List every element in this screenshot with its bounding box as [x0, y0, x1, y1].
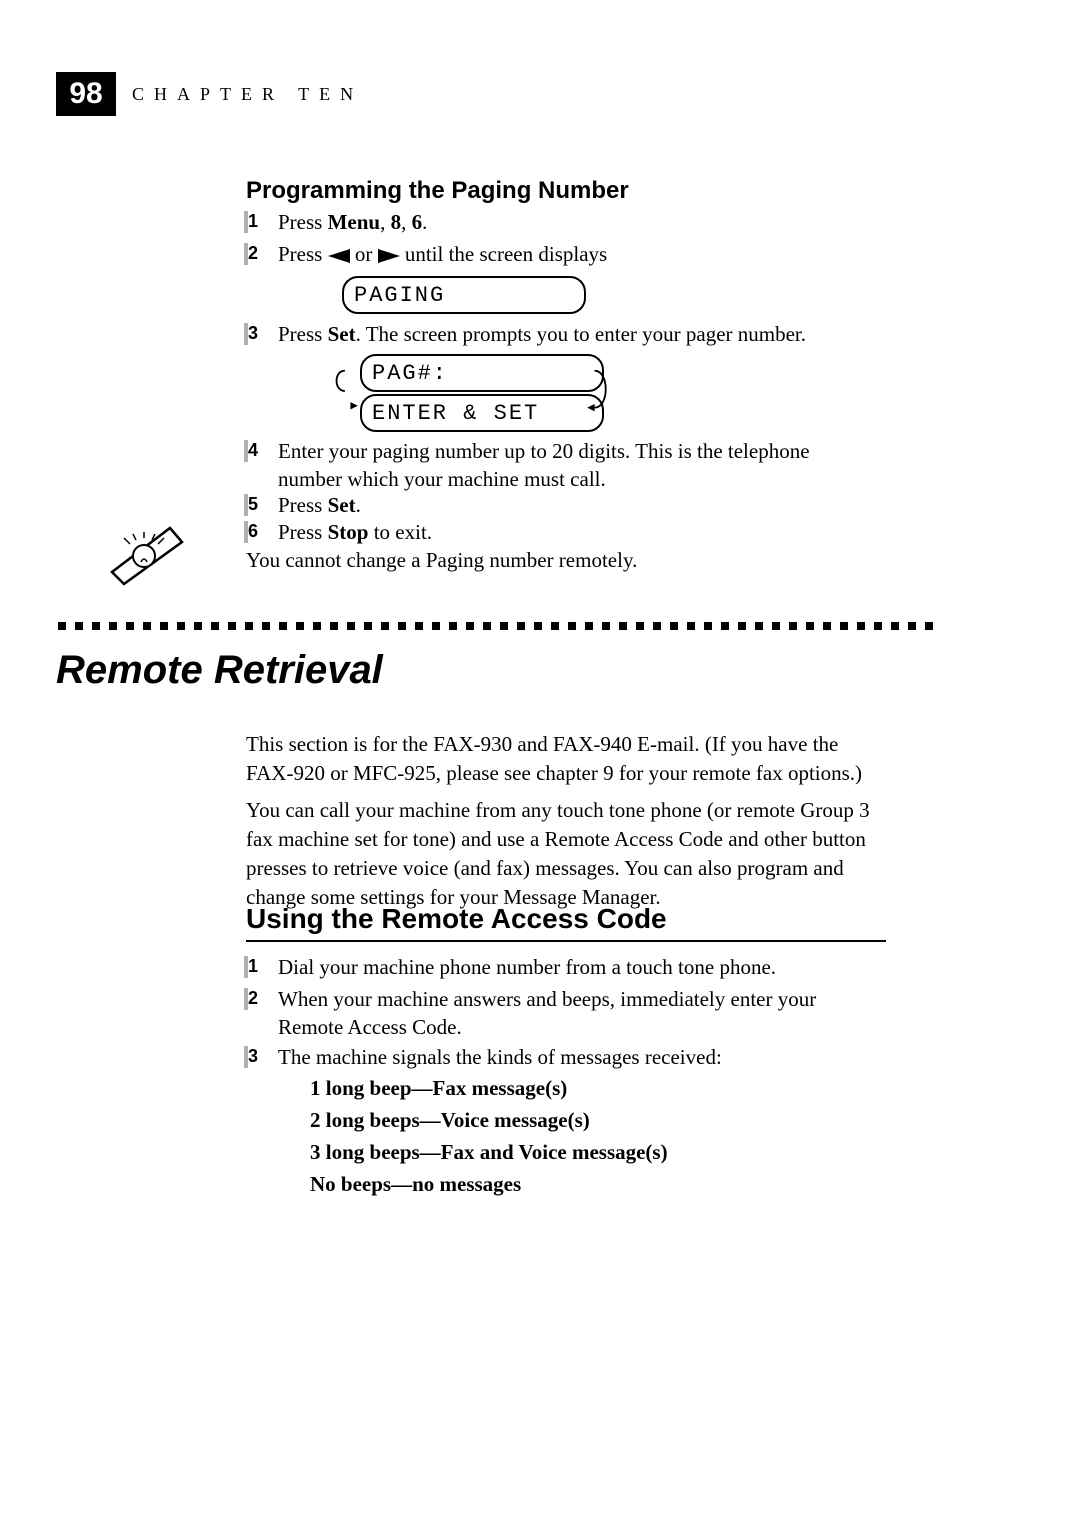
step-number: 2: [248, 243, 270, 265]
text: ,: [380, 210, 391, 234]
step-number: 3: [248, 1046, 270, 1068]
text: or: [350, 242, 378, 266]
text: Press: [278, 210, 328, 234]
text: ,: [401, 210, 412, 234]
step-5-text: Press Set.: [278, 491, 361, 519]
arrow-left-icon: [328, 249, 350, 263]
lcd-display: PAGING: [342, 276, 586, 314]
cycle-arrows-icon: [334, 354, 624, 428]
text: . The screen prompts you to enter your p…: [356, 322, 806, 346]
dotted-rule: [58, 622, 938, 632]
text-bold: Menu: [328, 210, 381, 234]
page: 98 CHAPTER TEN Programming the Paging Nu…: [0, 0, 1080, 1526]
lightbulb-tip-icon: [108, 522, 186, 586]
step-4-text: Enter your paging number up to 20 digits…: [278, 437, 868, 493]
text: Press: [278, 322, 328, 346]
step-1-text: Press Menu, 8, 6.: [278, 208, 427, 236]
step-2-text: When your machine answers and beeps, imm…: [278, 985, 878, 1041]
step-number: 6: [248, 521, 270, 543]
step-number: 4: [248, 440, 270, 462]
step-number: 3: [248, 323, 270, 345]
section-title-remote-access: Using the Remote Access Code: [246, 903, 667, 935]
text: Press: [278, 493, 328, 517]
text: Press: [278, 520, 328, 544]
chapter-label: CHAPTER TEN: [132, 84, 363, 105]
section-title-remote-retrieval: Remote Retrieval: [56, 648, 383, 693]
step-1-text: Dial your machine phone number from a to…: [278, 953, 878, 981]
section-title-programming: Programming the Paging Number: [246, 177, 629, 205]
text-bold: Set: [328, 493, 356, 517]
step-number: 2: [248, 988, 270, 1010]
text: Press: [278, 242, 328, 266]
step-number: 5: [248, 494, 270, 516]
step-number: 1: [248, 211, 270, 233]
section-rule: [246, 940, 886, 942]
signal-line: 3 long beeps—Fax and Voice message(s): [310, 1140, 668, 1165]
signal-line: 1 long beep—Fax message(s): [310, 1076, 567, 1101]
page-number: 98: [56, 72, 116, 116]
step-6-text: Press Stop to exit.: [278, 518, 432, 546]
text: .: [422, 210, 427, 234]
arrow-right-icon: [378, 249, 400, 263]
signal-line: No beeps—no messages: [310, 1172, 521, 1197]
step-number: 1: [248, 956, 270, 978]
step-3-text: Press Set. The screen prompts you to ent…: [278, 320, 888, 348]
signal-line: 2 long beeps—Voice message(s): [310, 1108, 590, 1133]
text-bold: Stop: [328, 520, 369, 544]
step-2-text: Press or until the screen displays: [278, 240, 607, 268]
paragraph: You can call your machine from any touch…: [246, 796, 886, 912]
text: until the screen displays: [400, 242, 608, 266]
text: to exit.: [368, 520, 432, 544]
step-3-text: The machine signals the kinds of message…: [278, 1043, 878, 1071]
note-text: You cannot change a Paging number remote…: [246, 546, 866, 574]
text-bold: 8: [391, 210, 402, 234]
text: .: [356, 493, 361, 517]
paragraph: This section is for the FAX-930 and FAX-…: [246, 730, 886, 788]
text-bold: Set: [328, 322, 356, 346]
text-bold: 6: [412, 210, 423, 234]
